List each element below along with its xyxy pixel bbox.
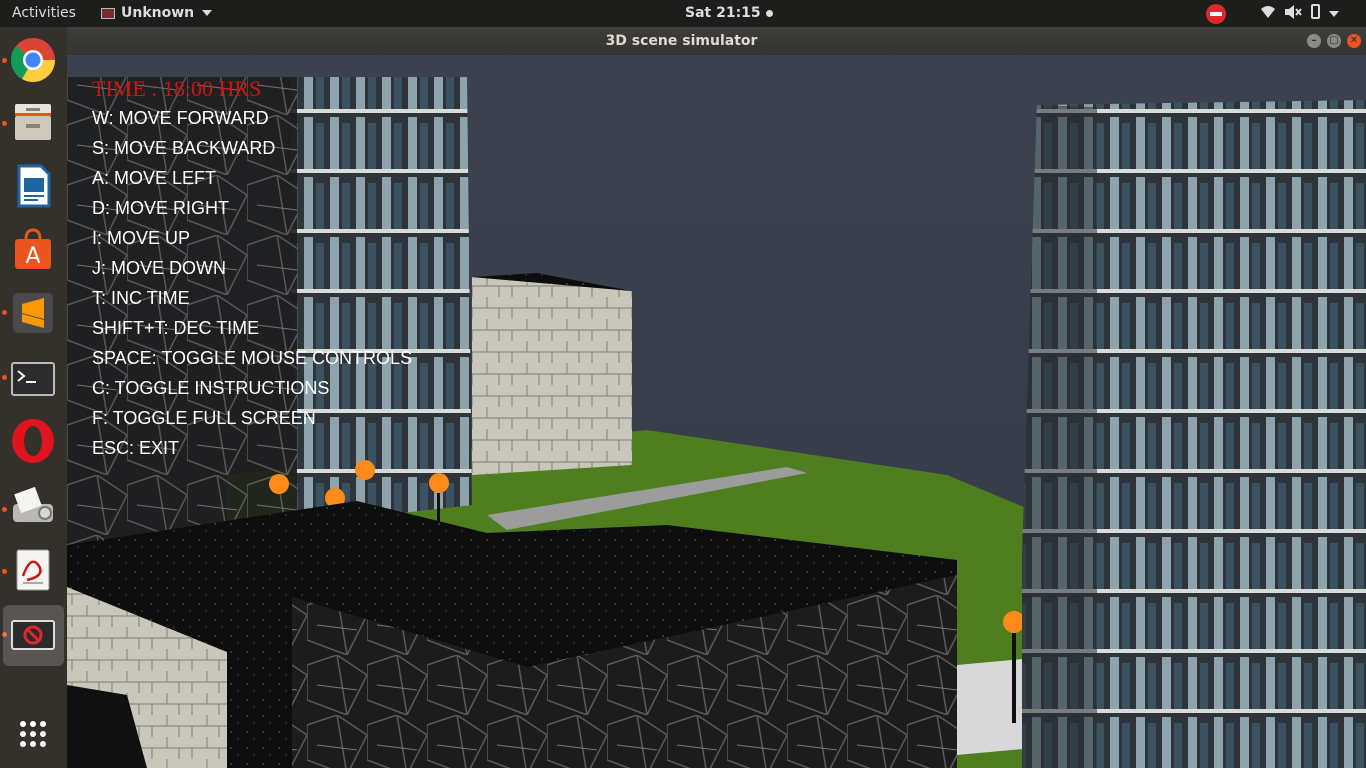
running-indicator (2, 310, 7, 315)
instruction-line: SPACE: TOGGLE MOUSE CONTROLS (92, 348, 413, 368)
clock-label: Sat 21:15 (685, 5, 761, 21)
terminal-icon (11, 362, 55, 396)
opera-icon (12, 419, 54, 463)
running-indicator (2, 569, 7, 574)
notification-dot-icon (765, 9, 773, 17)
sublime-text-icon (13, 293, 53, 333)
app-menu-label: Unknown (121, 5, 195, 21)
chevron-down-icon[interactable] (1329, 11, 1339, 17)
running-indicator (2, 375, 7, 380)
running-indicator (2, 507, 7, 512)
opera-launcher[interactable] (9, 417, 57, 465)
files-launcher[interactable] (9, 98, 57, 146)
activities-button[interactable]: Activities (12, 5, 76, 21)
system-tray[interactable] (1206, 0, 1366, 27)
sublime-text-launcher[interactable] (9, 289, 57, 337)
3d-viewport[interactable]: TIME : 18:00 HRS W: MOVE FORWARD S: MOVE … (67, 55, 1366, 768)
software-center-launcher[interactable]: A (9, 225, 57, 273)
app-menu[interactable]: Unknown (101, 5, 213, 21)
chrome-icon (10, 38, 55, 82)
running-indicator (2, 58, 7, 63)
close-button[interactable]: ✕ (1347, 34, 1361, 48)
minimize-button[interactable]: – (1307, 34, 1321, 48)
instruction-line: J: MOVE DOWN (92, 258, 226, 278)
volume-muted-icon[interactable] (1284, 4, 1302, 24)
app-grid-icon (20, 721, 46, 747)
maximize-button[interactable]: ▢ (1327, 34, 1341, 48)
instruction-line: ESC: EXIT (92, 438, 180, 458)
instruction-line: F: TOGGLE FULL SCREEN (92, 408, 316, 428)
chrome-launcher[interactable] (9, 36, 57, 84)
scanner-icon (13, 486, 53, 522)
instruction-line: SHIFT+T: DEC TIME (92, 318, 260, 338)
do-not-disturb-icon[interactable] (1206, 4, 1226, 24)
clock[interactable]: Sat 21:15 (685, 5, 773, 21)
instruction-line: S: MOVE BACKWARD (92, 138, 276, 158)
svg-text:A: A (25, 244, 40, 269)
instruction-line: C: TOGGLE INSTRUCTIONS (92, 378, 330, 398)
app-menu-icon (101, 7, 115, 19)
shopping-bag-icon: A (15, 228, 51, 269)
terminal-launcher[interactable] (9, 355, 57, 403)
instruction-line: W: MOVE FORWARD (92, 108, 269, 128)
document-icon (17, 164, 51, 208)
file-cabinet-icon (15, 104, 51, 140)
instruction-line: T: INC TIME (92, 288, 190, 308)
top-bar: Activities Unknown Sat 21:15 (0, 0, 1366, 27)
pdf-icon (16, 549, 50, 591)
battery-icon[interactable] (1311, 4, 1320, 19)
show-applications-button[interactable] (9, 710, 57, 758)
chevron-down-icon (202, 10, 213, 16)
instruction-line: D: MOVE RIGHT (92, 198, 230, 218)
forbidden-window-icon (11, 620, 55, 650)
instruction-line: I: MOVE UP (92, 228, 191, 248)
running-indicator (2, 121, 7, 126)
wifi-icon[interactable] (1260, 4, 1276, 24)
impress-launcher[interactable] (9, 162, 57, 210)
time-readout: TIME : 18:00 HRS (92, 76, 262, 101)
pdf-viewer-launcher[interactable] (9, 546, 57, 594)
scanner-launcher[interactable] (9, 482, 57, 530)
window-titlebar[interactable]: 3D scene simulator – ▢ ✕ (67, 27, 1366, 55)
instruction-line: A: MOVE LEFT (92, 168, 217, 188)
3d-scene-simulator-launcher[interactable] (3, 605, 64, 666)
window-title: 3D scene simulator (605, 33, 758, 49)
launcher-dock: A (0, 27, 67, 768)
instructions-overlay: TIME : 18:00 HRS W: MOVE FORWARD S: MOVE … (92, 75, 412, 463)
